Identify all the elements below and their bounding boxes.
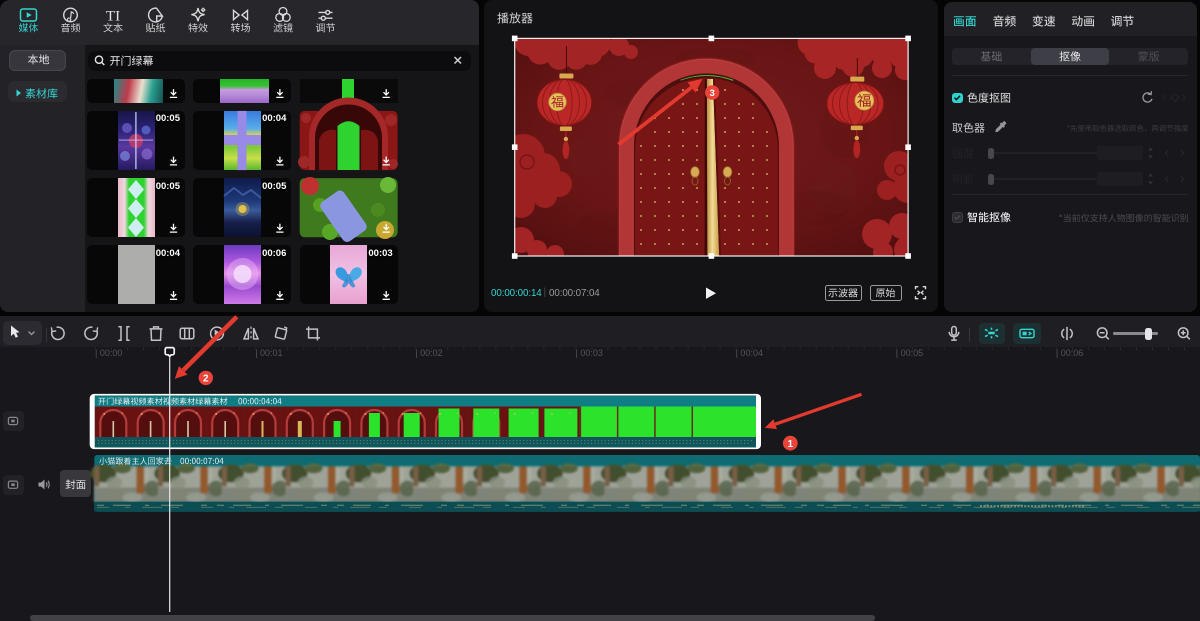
svg-text:2: 2 [203,374,209,385]
svg-text:TI: TI [106,9,120,25]
svg-text:1: 1 [788,439,794,450]
svg-text:3: 3 [710,88,715,99]
